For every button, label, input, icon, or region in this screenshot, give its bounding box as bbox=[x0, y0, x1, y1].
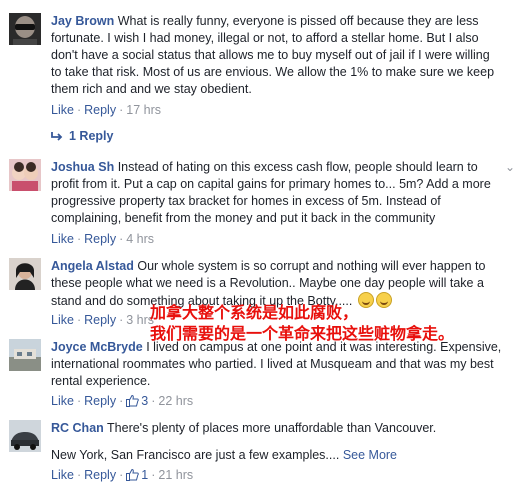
reply-link[interactable]: Reply bbox=[84, 313, 116, 327]
comment-text: Joshua Sh Instead of hating on this exce… bbox=[51, 159, 503, 227]
comment-actions: Like · Reply · 4 hrs bbox=[51, 232, 155, 246]
comment-author[interactable]: RC Chan bbox=[51, 421, 104, 435]
comment-body: Instead of hating on this excess cash fl… bbox=[51, 160, 491, 225]
comment-actions: Like · Reply · 3 hrs bbox=[51, 313, 155, 327]
view-replies-link[interactable]: 1 Reply bbox=[51, 129, 113, 143]
see-more-link[interactable]: See More bbox=[343, 448, 397, 462]
comment-actions: Like · Reply · 1 · 21 hrs bbox=[51, 468, 194, 482]
timestamp[interactable]: 17 hrs bbox=[126, 103, 161, 117]
comment-text: Jay Brown What is really funny, everyone… bbox=[51, 13, 503, 98]
like-link[interactable]: Like bbox=[51, 103, 74, 117]
comment-body-2: New York, San Francisco are just a few e… bbox=[51, 448, 340, 462]
like-link[interactable]: Like bbox=[51, 232, 74, 246]
comment-author[interactable]: Joyce McBryde bbox=[51, 340, 143, 354]
reply-arrow-icon bbox=[51, 132, 63, 141]
timestamp[interactable]: 21 hrs bbox=[158, 468, 193, 482]
reply-link[interactable]: Reply bbox=[84, 394, 116, 408]
comment-author[interactable]: Jay Brown bbox=[51, 14, 114, 28]
avatar[interactable] bbox=[9, 420, 41, 452]
comment-actions: Like · Reply · 17 hrs bbox=[51, 103, 161, 117]
timestamp[interactable]: 4 hrs bbox=[126, 232, 154, 246]
avatar[interactable] bbox=[9, 339, 41, 371]
laughing-emoji-icon bbox=[357, 292, 374, 308]
comment-body: There's plenty of places more unaffordab… bbox=[107, 421, 437, 435]
thumbs-up-icon bbox=[126, 394, 140, 407]
replies-count-label: 1 Reply bbox=[69, 129, 114, 143]
comment-text: RC Chan There's plenty of places more un… bbox=[51, 420, 503, 437]
likes-count-value: 1 bbox=[141, 468, 149, 482]
reply-link[interactable]: Reply bbox=[84, 468, 116, 482]
like-link[interactable]: Like bbox=[51, 313, 74, 327]
overlay-caption-line-1: 加拿大整个系统是如此腐败， bbox=[150, 303, 359, 322]
likes-count[interactable]: 1 bbox=[126, 468, 148, 482]
chevron-down-icon[interactable]: ⌄ bbox=[505, 160, 515, 174]
like-link[interactable]: Like bbox=[51, 394, 74, 408]
avatar[interactable] bbox=[9, 13, 41, 45]
likes-count-value: 3 bbox=[141, 394, 149, 408]
thumbs-up-icon bbox=[126, 468, 140, 481]
comment-author[interactable]: Angela Alstad bbox=[51, 259, 134, 273]
timestamp[interactable]: 22 hrs bbox=[158, 394, 193, 408]
comment-text: Joyce McBryde I lived on campus at one p… bbox=[51, 339, 503, 390]
reply-link[interactable]: Reply bbox=[84, 232, 116, 246]
comment-actions: Like · Reply · 3 · 22 hrs bbox=[51, 394, 194, 408]
laughing-emoji-icon bbox=[375, 292, 392, 308]
comment-text-continued: New York, San Francisco are just a few e… bbox=[51, 447, 503, 464]
avatar[interactable] bbox=[9, 159, 41, 191]
reply-link[interactable]: Reply bbox=[84, 103, 116, 117]
comment-body: What is really funny, everyone is pissed… bbox=[51, 14, 495, 96]
likes-count[interactable]: 3 bbox=[126, 394, 148, 408]
comment-author[interactable]: Joshua Sh bbox=[51, 160, 114, 174]
avatar[interactable] bbox=[9, 258, 41, 290]
like-link[interactable]: Like bbox=[51, 468, 74, 482]
